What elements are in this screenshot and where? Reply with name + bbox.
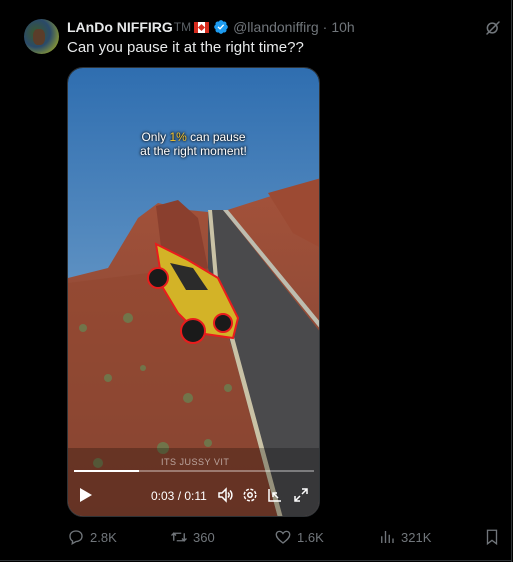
views-icon <box>381 531 394 543</box>
repost-icon <box>171 532 187 542</box>
tweet-time[interactable]: 10h <box>331 19 354 35</box>
fullscreen-icon[interactable] <box>293 487 309 503</box>
author-suffix: TM <box>173 20 192 34</box>
like-count: 1.6K <box>297 529 324 545</box>
video-controls: 0:03 / 0:11 <box>68 483 319 507</box>
video-progress-fill <box>74 470 139 472</box>
author-handle[interactable]: @llandoniffirg <box>233 19 319 35</box>
reply-button[interactable]: 2.8K <box>67 528 117 546</box>
video-time: 0:03 / 0:11 <box>151 489 207 503</box>
repost-count: 360 <box>193 529 215 545</box>
pip-icon[interactable] <box>267 487 283 503</box>
caption-part1: Only <box>141 130 170 144</box>
column-divider <box>511 0 512 562</box>
views-count: 321K <box>401 529 432 545</box>
grok-icon[interactable] <box>484 19 502 37</box>
author-name[interactable]: LAnDo NIFFIRG <box>67 19 173 35</box>
video-player[interactable]: Only 1% can pause at the right moment! I… <box>67 67 320 517</box>
video-watermark: ITS JUSSY VIT <box>161 457 230 467</box>
like-button[interactable]: 1.6K <box>274 528 324 546</box>
views-button[interactable]: 321K <box>378 528 431 546</box>
like-icon <box>275 530 291 544</box>
repost-button[interactable]: 360 <box>170 528 215 546</box>
tweet-divider <box>0 560 511 561</box>
settings-icon[interactable] <box>242 487 258 503</box>
video-caption: Only 1% can pause at the right moment! <box>68 130 319 158</box>
play-icon[interactable] <box>79 487 93 503</box>
verified-badge-icon <box>214 20 228 34</box>
video-progress-bar[interactable] <box>74 470 314 472</box>
reply-icon <box>69 530 83 546</box>
avatar[interactable] <box>24 19 59 54</box>
bookmark-button[interactable] <box>483 528 506 546</box>
canada-flag-icon <box>194 21 210 33</box>
tweet-text: Can you pause it at the right time?? <box>67 39 304 56</box>
caption-part2: can pause <box>186 130 246 144</box>
tweet-header: LAnDo NIFFIRG TM @llandoniffirg · 10h <box>67 18 355 36</box>
bookmark-icon <box>486 529 498 546</box>
caption-highlight: 1% <box>169 130 187 144</box>
reply-count: 2.8K <box>90 529 117 545</box>
caption-line2: at the right moment! <box>140 144 247 158</box>
separator-dot: · <box>322 19 328 35</box>
volume-icon[interactable] <box>217 487 233 503</box>
tweet-actions: 2.8K 360 1.6K 321K <box>0 528 511 548</box>
